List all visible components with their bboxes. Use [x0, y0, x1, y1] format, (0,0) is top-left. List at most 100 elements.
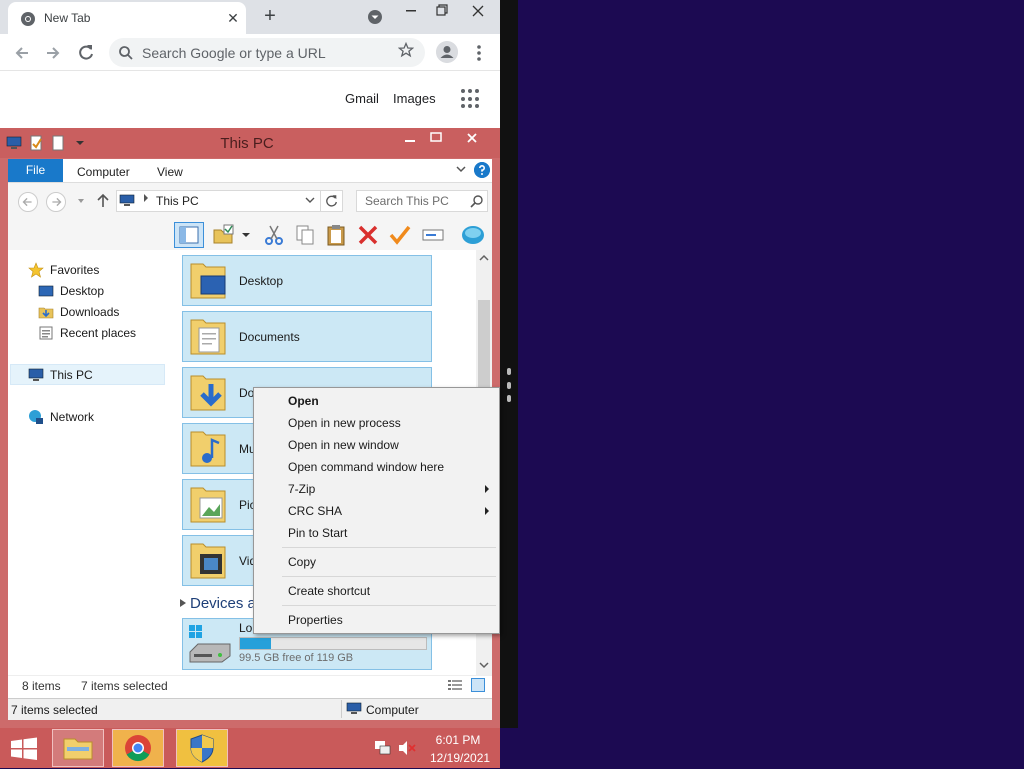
omnibox-placeholder[interactable]: Search Google or type a URL	[142, 45, 326, 61]
search-icon	[119, 46, 133, 60]
nav-favorites[interactable]: Favorites	[28, 260, 99, 280]
tab-computer[interactable]: Computer	[77, 165, 130, 179]
snap-splitter[interactable]	[500, 0, 518, 728]
nav-label: Desktop	[60, 284, 105, 298]
new-tab-button[interactable]: +	[258, 5, 282, 29]
windows-start-icon[interactable]	[0, 728, 48, 768]
selected-count: 7 items selected	[81, 679, 168, 693]
tab-title: New Tab	[44, 11, 91, 25]
volume-muted-icon[interactable]	[398, 740, 416, 756]
scrollbar-thumb[interactable]	[478, 300, 490, 390]
network-tray-icon[interactable]	[374, 740, 392, 756]
tab-view[interactable]: View	[157, 165, 183, 179]
chrome-logo-icon	[21, 12, 35, 26]
taskbar-security-shield[interactable]	[176, 729, 228, 767]
menu-item-create-shortcut[interactable]: Create shortcut	[288, 584, 370, 598]
menu-item-open[interactable]: Open	[288, 394, 319, 408]
apps-grid-icon[interactable]	[461, 89, 481, 109]
copy-icon[interactable]	[293, 223, 317, 247]
drive-free-space: 99.5 GB free of 119 GB	[239, 652, 354, 664]
menu-item-crc-sha[interactable]: CRC SHA	[288, 504, 342, 518]
clock-time[interactable]: 6:01 PM	[433, 733, 483, 747]
chrome-tab-new-tab[interactable]: New Tab ✕	[8, 2, 246, 34]
close-tab-icon[interactable]: ✕	[224, 9, 242, 27]
quick-access-toolbar	[6, 134, 88, 152]
drive-label: Lo	[239, 621, 253, 635]
account-icon[interactable]	[436, 41, 458, 63]
details-view-icon[interactable]	[448, 679, 462, 691]
menu-item-7zip[interactable]: 7-Zip	[288, 482, 315, 496]
nav-label: Network	[50, 410, 95, 424]
taskbar-chrome[interactable]	[112, 729, 164, 767]
expand-ribbon-icon[interactable]	[455, 163, 467, 175]
scroll-up-icon[interactable]	[478, 253, 490, 263]
kebab-menu-icon[interactable]	[470, 42, 488, 64]
splitter-grip[interactable]	[507, 368, 511, 402]
network-globe-icon[interactable]	[460, 223, 486, 247]
devices-group-header[interactable]: Devices a	[190, 595, 256, 612]
chrome-logo-icon	[125, 735, 151, 762]
nav-desktop[interactable]: Desktop	[38, 281, 104, 301]
scroll-down-icon[interactable]	[478, 660, 490, 670]
minimize-icon[interactable]	[396, 0, 426, 22]
status-divider	[341, 700, 342, 718]
recent-locations-icon[interactable]	[76, 196, 86, 206]
refresh-icon[interactable]	[320, 190, 343, 212]
close-window-icon[interactable]	[456, 0, 500, 22]
minimize-icon[interactable]	[396, 129, 424, 147]
tiles-view-icon[interactable]	[471, 678, 485, 692]
nav-network[interactable]: Network	[28, 407, 94, 427]
chevron-down-icon[interactable]	[238, 223, 254, 247]
desktop-background	[518, 0, 1024, 728]
taskbar-file-explorer[interactable]	[52, 729, 104, 767]
search-icon[interactable]	[470, 194, 484, 208]
nav-downloads[interactable]: Downloads	[38, 302, 119, 322]
paste-icon[interactable]	[324, 223, 348, 247]
star-icon[interactable]	[398, 42, 414, 58]
nav-label: Downloads	[60, 305, 120, 319]
menu-item-pin-to-start[interactable]: Pin to Start	[288, 526, 347, 540]
chevron-down-icon[interactable]	[72, 135, 88, 151]
up-arrow-icon[interactable]	[96, 193, 110, 209]
forward-arrow-icon[interactable]	[40, 40, 66, 66]
navigation-pane-button[interactable]	[174, 222, 204, 248]
gmail-link[interactable]: Gmail	[345, 91, 379, 106]
delete-icon[interactable]	[356, 223, 380, 247]
images-link[interactable]: Images	[393, 91, 436, 106]
nav-recent-places[interactable]: Recent places	[38, 323, 136, 343]
menu-separator	[282, 547, 496, 548]
back-arrow-icon[interactable]	[9, 40, 35, 66]
menu-item-copy[interactable]: Copy	[288, 555, 316, 569]
tab-file[interactable]: File	[8, 159, 63, 182]
collapse-caret-icon[interactable]	[178, 598, 188, 608]
clock-date[interactable]: 12/19/2021	[430, 751, 490, 765]
music-folder-icon	[190, 431, 226, 467]
forward-arrow-icon[interactable]	[46, 192, 66, 212]
computer-icon[interactable]	[6, 135, 22, 151]
tab-search-icon[interactable]	[366, 8, 384, 26]
help-icon[interactable]	[474, 162, 490, 178]
back-arrow-icon[interactable]	[18, 192, 38, 212]
restore-icon[interactable]	[426, 0, 456, 22]
computer-icon	[119, 194, 135, 206]
recent-places-icon	[39, 326, 53, 340]
chevron-right-icon[interactable]	[142, 193, 150, 203]
menu-item-open-command-window[interactable]: Open command window here	[288, 460, 444, 474]
address-text[interactable]: This PC	[156, 194, 199, 208]
documents-folder-icon	[190, 319, 226, 355]
chevron-down-icon[interactable]	[304, 194, 316, 206]
maximize-icon[interactable]	[424, 129, 448, 147]
properties-icon[interactable]	[28, 135, 44, 151]
folder-options-icon[interactable]	[212, 223, 236, 247]
menu-item-properties[interactable]: Properties	[288, 613, 343, 627]
cut-icon[interactable]	[262, 223, 286, 247]
menu-item-open-new-process[interactable]: Open in new process	[288, 416, 401, 430]
rename-icon[interactable]	[421, 223, 445, 247]
search-placeholder[interactable]: Search This PC	[365, 194, 449, 208]
new-folder-icon[interactable]	[50, 135, 66, 151]
nav-this-pc[interactable]: This PC	[28, 365, 93, 385]
reload-icon[interactable]	[73, 40, 99, 66]
menu-item-open-new-window[interactable]: Open in new window	[288, 438, 399, 452]
close-window-icon[interactable]	[450, 129, 494, 147]
checkmark-icon[interactable]	[388, 223, 412, 247]
